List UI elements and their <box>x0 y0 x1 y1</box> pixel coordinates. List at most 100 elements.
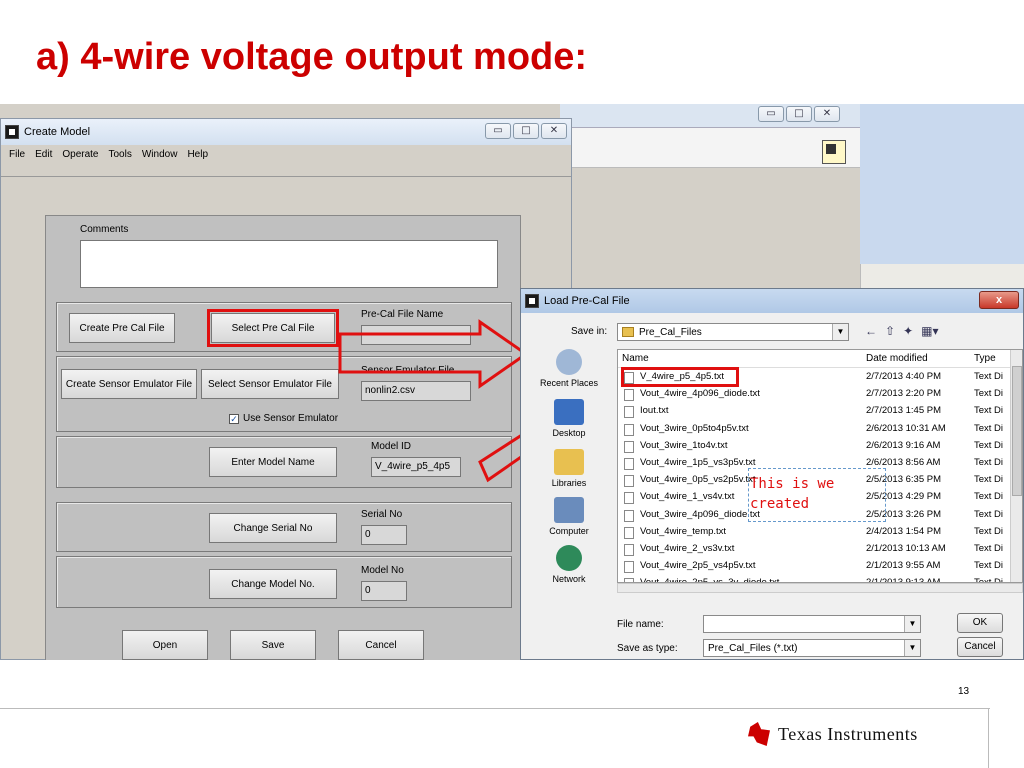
file-date: 2/6/2013 10:31 AM <box>866 422 946 434</box>
column-date-modified[interactable]: Date modified <box>866 353 928 364</box>
file-name-input[interactable]: ▼ <box>703 615 921 633</box>
folder-icon <box>622 327 634 337</box>
chevron-down-icon: ▼ <box>904 640 920 656</box>
labview-icon <box>5 125 19 139</box>
save-as-type-label: Save as type: <box>617 643 678 654</box>
file-type: Text Di <box>974 457 1004 468</box>
text-file-icon <box>624 389 634 402</box>
back-icon[interactable]: ← <box>865 324 877 338</box>
file-type: Text Di <box>974 474 1004 486</box>
ok-button[interactable]: OK <box>957 613 1003 633</box>
create-sensor-emulator-button[interactable]: Create Sensor Emulator File <box>61 369 197 399</box>
menu-help[interactable]: Help <box>187 149 208 160</box>
chevron-down-icon: ▼ <box>832 324 848 340</box>
file-row[interactable]: Iout.txt 2/7/2013 1:45 PM Text Di <box>618 403 1012 420</box>
create-pre-cal-button[interactable]: Create Pre Cal File <box>69 313 175 343</box>
footer-divider <box>0 708 990 709</box>
file-name: Vout_4wire_4p096_diode.txt <box>640 388 760 400</box>
place-computer[interactable]: Computer <box>525 497 613 536</box>
up-folder-icon[interactable]: ⇧ <box>885 324 895 338</box>
file-type: Text Di <box>974 491 1004 503</box>
libraries-icon <box>554 449 584 475</box>
model-no-label: Model No <box>361 565 404 576</box>
file-row[interactable]: Vout_4wire_temp.txt 2/4/2013 1:54 PM Text … <box>618 524 1012 541</box>
menu-file[interactable]: File <box>9 149 25 160</box>
file-name: Vout_3wire_1to4v.txt <box>640 439 728 451</box>
page-number: 13 <box>958 686 970 697</box>
highlight-new-file <box>621 367 739 387</box>
checkmark-icon: ✓ <box>229 414 239 424</box>
comments-field[interactable] <box>80 240 498 288</box>
save-as-type-dropdown[interactable]: Pre_Cal_Files (*.txt) ▼ <box>703 639 921 657</box>
close-icon[interactable]: ✕ <box>814 106 840 122</box>
cancel-button[interactable]: Cancel <box>338 630 424 660</box>
file-date: 2/1/2013 10:13 AM <box>866 543 946 554</box>
file-type: Text Di <box>974 525 1004 537</box>
select-sensor-emulator-button[interactable]: Select Sensor Emulator File <box>201 369 339 399</box>
save-as-type-value: Pre_Cal_Files (*.txt) <box>708 642 798 654</box>
computer-icon <box>554 497 584 523</box>
close-icon[interactable]: ✕ <box>541 123 567 139</box>
menu-edit[interactable]: Edit <box>35 149 52 160</box>
horizontal-scrollbar[interactable] <box>617 583 1023 593</box>
file-date: 2/7/2013 4:40 PM <box>866 371 941 382</box>
column-type[interactable]: Type <box>974 353 996 364</box>
menu-bar: File Edit Operate Tools Window Help <box>1 145 571 163</box>
file-name: Vout_4wire_1_vs4v.txt <box>640 491 735 503</box>
place-libraries[interactable]: Libraries <box>525 449 613 488</box>
text-file-icon <box>624 544 634 556</box>
place-desktop[interactable]: Desktop <box>525 399 613 438</box>
create-model-titlebar: Create Model ▭ □ ✕ <box>1 119 571 145</box>
view-menu-icon[interactable]: ▦▾ <box>921 324 938 338</box>
save-in-value: Pre_Cal_Files <box>639 326 702 338</box>
file-row[interactable]: Vout_4wire_2_vs3v.txt 2/1/2013 10:13 AM Te… <box>618 541 1012 558</box>
menu-tools[interactable]: Tools <box>109 149 132 160</box>
menu-divider <box>1 163 571 177</box>
maximize-icon[interactable]: □ <box>513 123 539 139</box>
dialog-toolbar: ← ⇧ ✦ ▦▾ <box>865 324 939 338</box>
serial-no-field[interactable]: 0 <box>361 525 407 545</box>
save-button[interactable]: Save <box>230 630 316 660</box>
file-name: Vout_4wire_2p5_vs4p5v.txt <box>640 560 756 572</box>
change-serial-button[interactable]: Change Serial No <box>209 513 337 543</box>
dialog-cancel-button[interactable]: Cancel <box>957 637 1003 657</box>
file-row[interactable]: Vout_4wire_2p5_vs_3v_diode.txt 2/1/2013 9… <box>618 575 1012 582</box>
dialog-close-button[interactable]: x <box>979 291 1019 309</box>
minimize-icon[interactable]: ▭ <box>758 106 784 122</box>
file-row[interactable]: Vout_4wire_2p5_vs4p5v.txt 2/1/2013 9:55 A… <box>618 558 1012 575</box>
file-date: 2/4/2013 1:54 PM <box>866 525 941 537</box>
file-date: 2/6/2013 8:56 AM <box>866 457 941 468</box>
change-model-button[interactable]: Change Model No. <box>209 569 337 599</box>
minimize-icon[interactable]: ▭ <box>485 123 511 139</box>
place-network-label: Network <box>552 574 586 584</box>
scroll-thumb[interactable] <box>1012 366 1022 496</box>
place-recent-label: Recent Places <box>539 378 599 388</box>
file-row[interactable]: Vout_3wire_1to4v.txt 2/6/2013 9:16 AM Text… <box>618 438 1012 455</box>
model-no-field[interactable]: 0 <box>361 581 407 601</box>
comments-label: Comments <box>80 224 129 235</box>
background-window-controls: ▭ □ ✕ <box>758 106 840 122</box>
menu-operate[interactable]: Operate <box>62 149 98 160</box>
use-sensor-emulator-checkbox[interactable]: ✓ Use Sensor Emulator <box>229 413 338 424</box>
maximize-icon[interactable]: □ <box>786 106 812 122</box>
slide-title: a) 4-wire voltage output mode: <box>36 36 588 78</box>
place-network[interactable]: Network <box>525 545 613 584</box>
place-recent[interactable]: Recent Places <box>525 349 613 388</box>
text-file-icon <box>624 406 634 419</box>
vertical-scrollbar[interactable] <box>1010 350 1022 582</box>
open-button[interactable]: Open <box>122 630 208 660</box>
window-controls: ▭ □ ✕ <box>485 123 567 139</box>
ti-logo-icon <box>748 722 770 746</box>
text-file-icon <box>624 509 634 522</box>
new-folder-icon[interactable]: ✦ <box>903 324 913 338</box>
enter-model-name-button[interactable]: Enter Model Name <box>209 447 337 477</box>
file-name-label: File name: <box>617 619 664 630</box>
column-name[interactable]: Name <box>622 353 649 364</box>
file-row[interactable]: Vout_4wire_4p096_diode.txt 2/7/2013 2:20 … <box>618 386 1012 403</box>
file-name: Vout_3wire_0p5to4p5v.txt <box>640 422 749 434</box>
file-row[interactable]: Vout_3wire_0p5to4p5v.txt 2/6/2013 10:31 A… <box>618 421 1012 438</box>
save-in-dropdown[interactable]: Pre_Cal_Files ▼ <box>617 323 849 341</box>
dialog-title: Load Pre-Cal File <box>544 295 630 307</box>
file-date: 2/7/2013 2:20 PM <box>866 388 941 400</box>
menu-window[interactable]: Window <box>142 149 178 160</box>
